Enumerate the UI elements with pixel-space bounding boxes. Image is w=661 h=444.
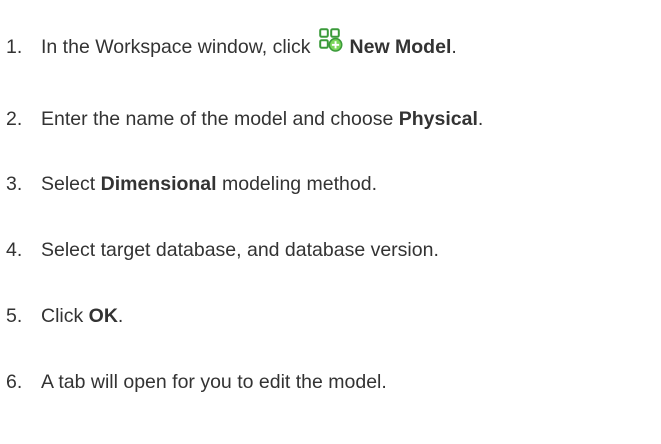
step-text: A tab will open for you to edit the mode… <box>41 370 387 393</box>
step-text: Select <box>41 172 96 195</box>
step-number: 2. <box>6 107 23 130</box>
step-4: 4. Select target database, and database … <box>6 232 439 268</box>
step-number: 1. <box>6 35 23 58</box>
step-6: 6. A tab will open for you to edit the m… <box>6 364 387 400</box>
step-bold-term: OK <box>88 304 118 327</box>
step-text-end: modeling method. <box>222 172 378 195</box>
step-text-end: . <box>117 304 124 327</box>
instruction-steps-list: 1. In the Workspace window, click New Mo… <box>0 0 661 444</box>
step-bold-term: Physical <box>398 107 478 130</box>
step-number: 4. <box>6 238 23 261</box>
step-text: Click <box>41 304 84 327</box>
step-3: 3. Select Dimensional modeling method. <box>6 166 377 202</box>
step-text: Select target database, and database ver… <box>41 238 439 261</box>
step-text: Enter the name of the model and choose <box>41 107 394 130</box>
step-number: 6. <box>6 370 23 393</box>
step-bold-term: Dimensional <box>100 172 217 195</box>
step-text: In the Workspace window, click <box>41 35 311 58</box>
step-text-end: . <box>477 107 484 130</box>
step-bold-term: New Model <box>349 35 452 58</box>
step-number: 3. <box>6 172 23 195</box>
new-model-icon <box>318 28 343 52</box>
step-1: 1. In the Workspace window, click New Mo… <box>6 28 457 65</box>
step-2: 2. Enter the name of the model and choos… <box>6 101 483 137</box>
step-5: 5. Click OK. <box>6 298 123 334</box>
step-number: 5. <box>6 304 23 327</box>
step-text-end: . <box>451 35 457 58</box>
